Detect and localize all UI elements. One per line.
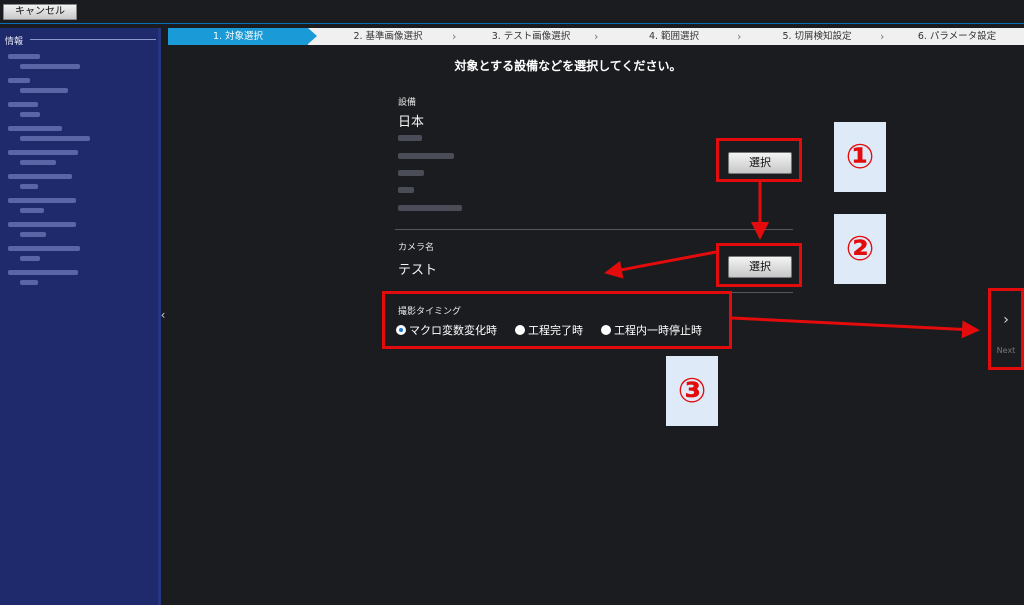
annotation-arrow-to-next — [731, 316, 980, 339]
annotation-arrows — [604, 182, 980, 339]
app-window: キャンセル 情報 ‹ 1. 対象選択 2. 基準画像選択 › 3. テスト画像選… — [0, 0, 1024, 605]
annotation-arrow-to-camera-value — [604, 250, 717, 279]
